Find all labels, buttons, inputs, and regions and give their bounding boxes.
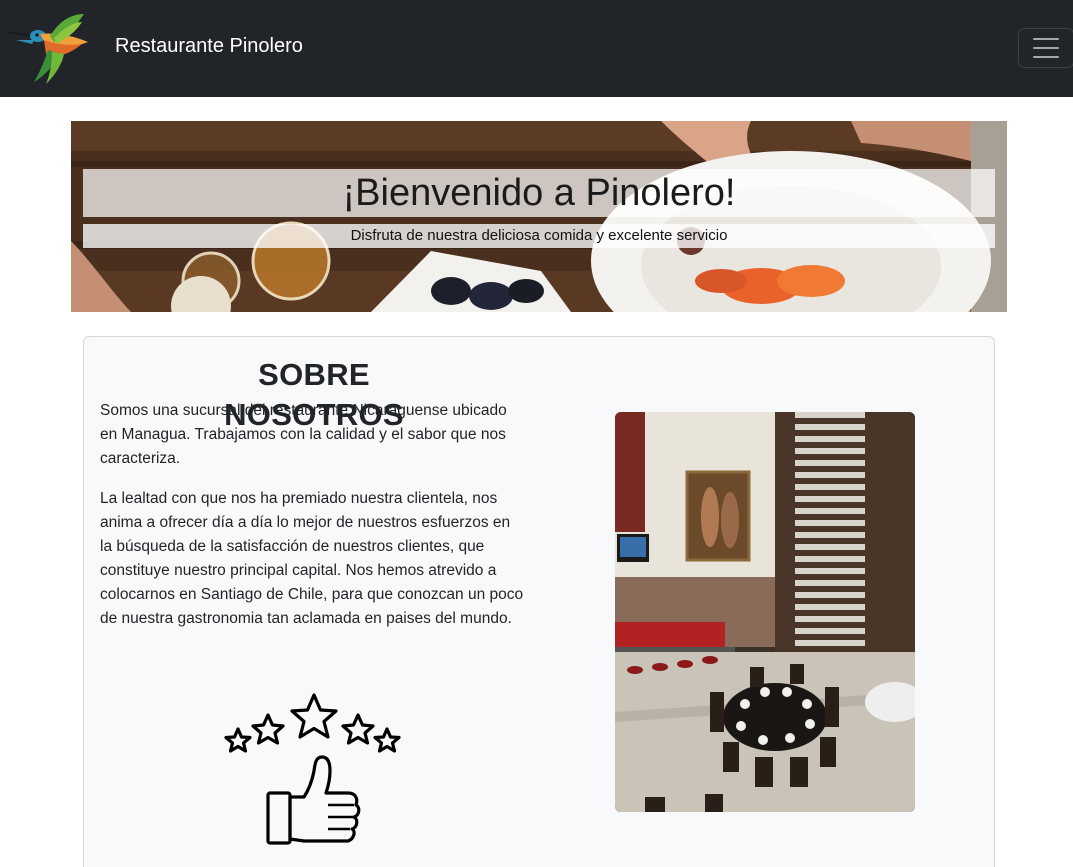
hummingbird-logo[interactable] <box>4 10 96 86</box>
brand-name[interactable]: Restaurante Pinolero <box>115 34 303 58</box>
restaurant-interior-photo <box>615 412 915 812</box>
five-stars-thumbs-up-icon <box>224 693 401 845</box>
about-card: SOBRE NOSOTROS Somos una sucursal del re… <box>83 336 995 867</box>
about-paragraph: La lealtad con que nos ha premiado nuest… <box>100 490 524 627</box>
about-paragraph: Somos una sucursal del restaurante Nicar… <box>100 402 507 467</box>
hero-subtitle: Disfruta de nuestra deliciosa comida y e… <box>350 227 728 244</box>
navbar: Restaurante Pinolero <box>0 0 1073 97</box>
hero-banner: ¡Bienvenido a Pinolero! Disfruta de nues… <box>71 121 1007 312</box>
navbar-toggler-button[interactable] <box>1018 28 1073 68</box>
hero-title: ¡Bienvenido a Pinolero! <box>342 172 736 214</box>
hamburger-menu-icon <box>1033 38 1059 40</box>
